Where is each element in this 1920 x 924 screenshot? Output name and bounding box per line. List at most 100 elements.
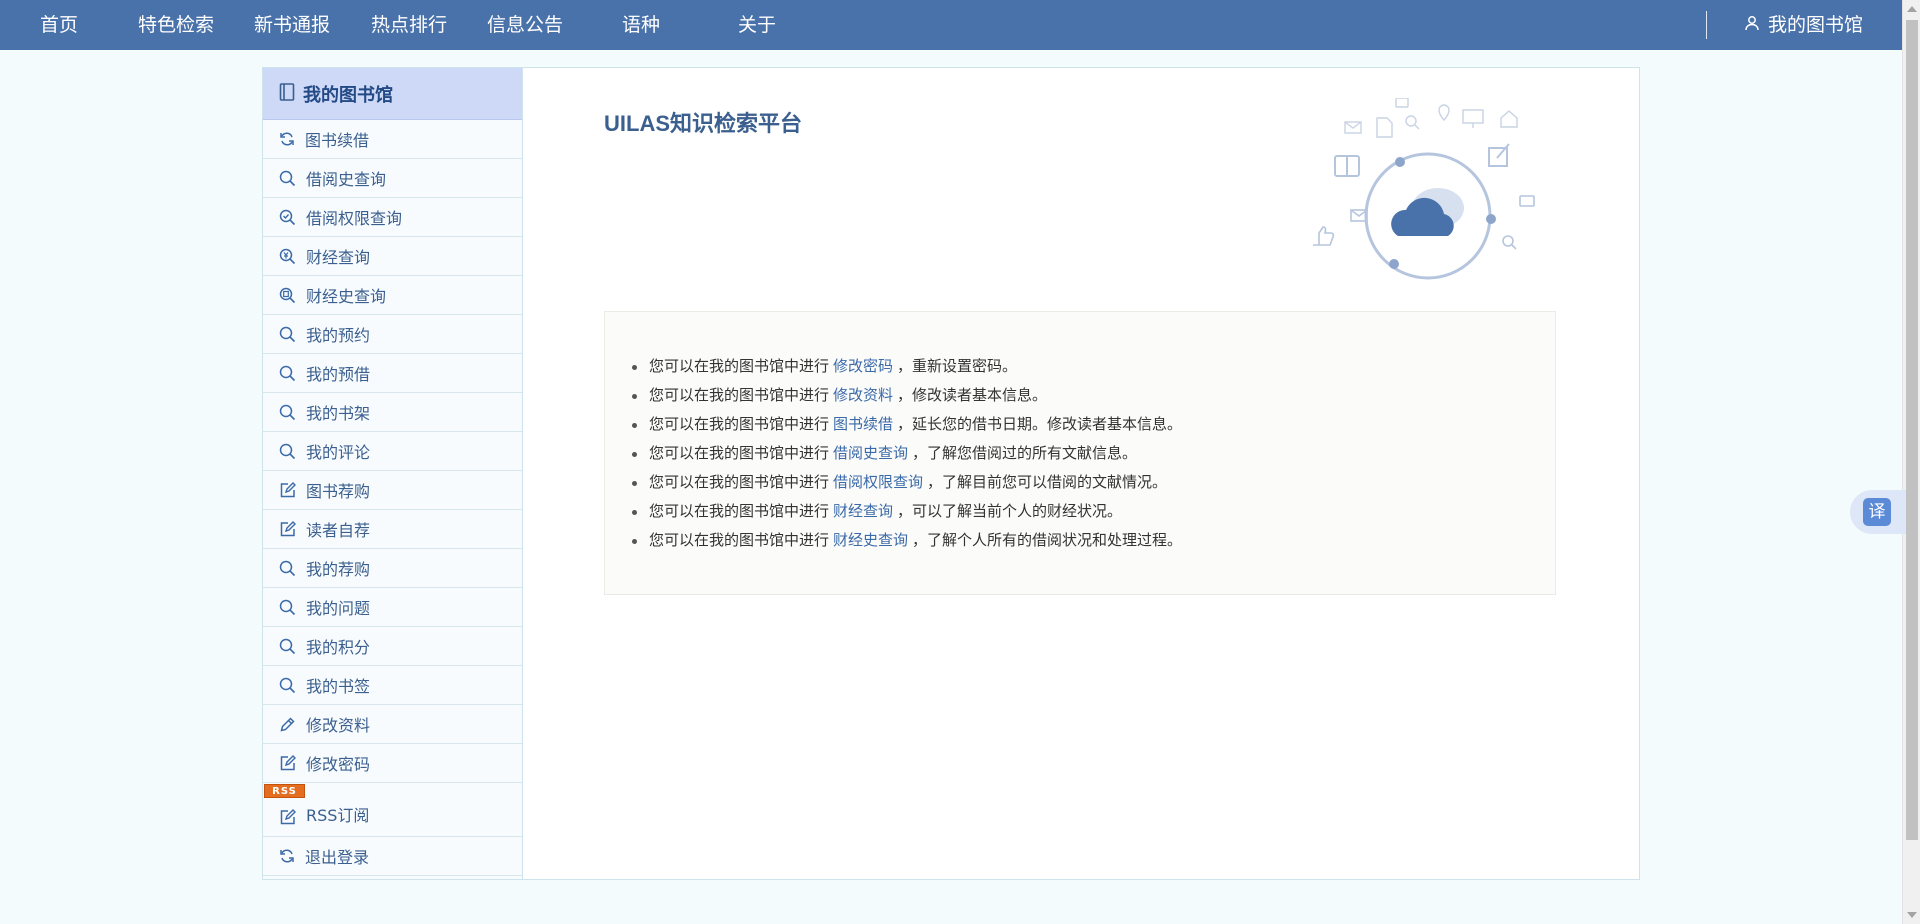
search-icon [279,365,296,382]
nav-item-featured-search[interactable]: 特色检索 [138,0,214,50]
edit-icon [279,754,296,772]
sidebar-item-19[interactable]: 退出登录 [263,837,522,876]
sidebar-menu: 图书续借借阅史查询借阅权限查询财经查询财经史查询我的预约我的预借我的书架我的评论… [263,120,522,876]
sidebar-item-9[interactable]: 我的评论 [263,432,522,471]
search-icon [279,443,296,460]
sidebar-item-label: 我的荐购 [306,560,371,579]
search-icon [279,404,296,421]
info-list-item: 您可以在我的图书馆中进行 修改密码 ，重新设置密码。 [631,352,1182,381]
nav-item-home[interactable]: 首页 [40,0,78,50]
vertical-scrollbar[interactable] [1902,0,1920,924]
search-icon [279,326,296,343]
sidebar-item-label: 我的书架 [306,404,371,423]
sidebar-item-label: 修改资料 [306,716,371,735]
sidebar-item-10[interactable]: 图书荐购 [263,471,522,510]
scroll-up-arrow-icon[interactable] [1907,6,1917,12]
sidebar-item-13[interactable]: 我的问题 [263,588,522,627]
sidebar-item-3[interactable]: 借阅权限查询 [263,198,522,237]
info-link[interactable]: 图书续借 [833,415,893,433]
sidebar-item-17[interactable]: 修改密码 [263,744,522,783]
edit-icon [279,520,296,538]
rss-badge: RSS [264,784,305,798]
nav-item-about[interactable]: 关于 [738,0,776,50]
nav-divider [1706,11,1707,39]
search-icon [279,560,296,577]
info-suffix: ，了解您借阅过的所有文献信息。 [912,444,1138,462]
cloud-icon [1303,97,1563,292]
info-prefix: 您可以在我的图书馆中进行 [649,444,830,462]
nav-my-library-label: 我的图书馆 [1768,14,1864,36]
sidebar-item-label: 财经史查询 [306,287,387,306]
info-link[interactable]: 借阅权限查询 [833,473,923,491]
refresh-icon [279,848,295,864]
sidebar-item-label: 我的问题 [306,599,371,618]
user-icon [1744,0,1760,50]
info-list: 您可以在我的图书馆中进行 修改密码 ，重新设置密码。 您可以在我的图书馆中进行 修改资料… [631,352,1183,555]
info-link[interactable]: 财经查询 [833,502,893,520]
sidebar-item-2[interactable]: 借阅史查询 [263,159,522,198]
nav-item-languages[interactable]: 语种 [622,0,660,50]
pencil-icon [279,716,296,733]
sidebar: 我的图书馆 图书续借借阅史查询借阅权限查询财经查询财经史查询我的预约我的预借我的… [263,68,523,879]
info-list-item: 您可以在我的图书馆中进行 借阅史查询 ，了解您借阅过的所有文献信息。 [631,439,1182,468]
nav-item-new-books[interactable]: 新书通报 [254,0,330,50]
sidebar-item-6[interactable]: 我的预约 [263,315,522,354]
sidebar-item-label: 我的评论 [306,443,371,462]
sidebar-item-label: 我的书签 [306,677,371,696]
translate-button-label: 译 [1863,498,1891,526]
sidebar-item-1[interactable]: 图书续借 [263,120,522,159]
sidebar-header[interactable]: 我的图书馆 [263,68,522,120]
history-search-icon [279,287,296,304]
info-link[interactable]: 修改资料 [833,386,893,404]
info-prefix: 您可以在我的图书馆中进行 [649,357,830,375]
sidebar-item-4[interactable]: 财经查询 [263,237,522,276]
info-list-item: 您可以在我的图书馆中进行 财经查询 ，可以了解当前个人的财经状况。 [631,497,1182,526]
info-prefix: 您可以在我的图书馆中进行 [649,531,830,549]
top-nav: 首页 特色检索 新书通报 热点排行 信息公告 语种 关于 我的图书馆 [0,0,1902,50]
info-prefix: 您可以在我的图书馆中进行 [649,415,830,433]
info-link[interactable]: 借阅史查询 [833,444,908,462]
edit-icon [279,481,296,499]
info-link[interactable]: 财经史查询 [833,531,908,549]
refresh-icon [279,131,295,147]
page-title: UILAS知识检索平台 [604,111,803,136]
sidebar-item-label: 我的预借 [306,365,371,384]
info-suffix: ，重新设置密码。 [897,357,1018,375]
nav-item-announcements[interactable]: 信息公告 [487,0,563,50]
sidebar-item-label: 我的积分 [306,638,371,657]
info-prefix: 您可以在我的图书馆中进行 [649,386,830,404]
sidebar-item-label: 图书续借 [305,131,370,150]
translate-button[interactable]: 译 [1850,490,1906,534]
sidebar-item-label: 修改密码 [306,755,371,774]
sidebar-item-14[interactable]: 我的积分 [263,627,522,666]
sidebar-item-label: 我的预约 [306,326,371,345]
sidebar-item-18[interactable]: RSS RSS订阅 [263,783,522,837]
scroll-down-arrow-icon[interactable] [1907,912,1917,918]
sidebar-item-label: 财经查询 [306,248,371,267]
info-suffix: ，修改读者基本信息。 [897,386,1048,404]
sidebar-item-8[interactable]: 我的书架 [263,393,522,432]
sidebar-item-15[interactable]: 我的书签 [263,666,522,705]
nav-my-library[interactable]: 我的图书馆 [1744,0,1863,50]
scroll-thumb[interactable] [1906,20,1918,840]
search-icon [279,599,296,616]
info-link[interactable]: 修改密码 [833,357,893,375]
info-list-item: 您可以在我的图书馆中进行 修改资料 ，修改读者基本信息。 [631,381,1182,410]
info-suffix: ，延长您的借书日期。修改读者基本信息。 [897,415,1183,433]
sidebar-item-5[interactable]: 财经史查询 [263,276,522,315]
sidebar-item-7[interactable]: 我的预借 [263,354,522,393]
info-suffix: ，可以了解当前个人的财经状况。 [897,502,1123,520]
info-prefix: 您可以在我的图书馆中进行 [649,473,830,491]
sidebar-item-label: 读者自荐 [306,521,371,540]
sidebar-item-label: 借阅史查询 [306,170,387,189]
sidebar-item-16[interactable]: 修改资料 [263,705,522,744]
sidebar-item-11[interactable]: 读者自荐 [263,510,522,549]
info-list-item: 您可以在我的图书馆中进行 财经史查询 ，了解个人所有的借阅状况和处理过程。 [631,526,1182,555]
search-icon [279,638,296,655]
main-frame: 我的图书馆 图书续借 借阅史查询 借阅权限查询 财经查询 财经史查询 我的预约 我的预借 我的… [262,67,1640,880]
book-icon [279,82,295,105]
sidebar-item-12[interactable]: 我的荐购 [263,549,522,588]
info-suffix: ，了解目前您可以借阅的文献情况。 [927,473,1168,491]
check-search-icon [279,209,296,226]
nav-item-hot-ranking[interactable]: 热点排行 [371,0,447,50]
